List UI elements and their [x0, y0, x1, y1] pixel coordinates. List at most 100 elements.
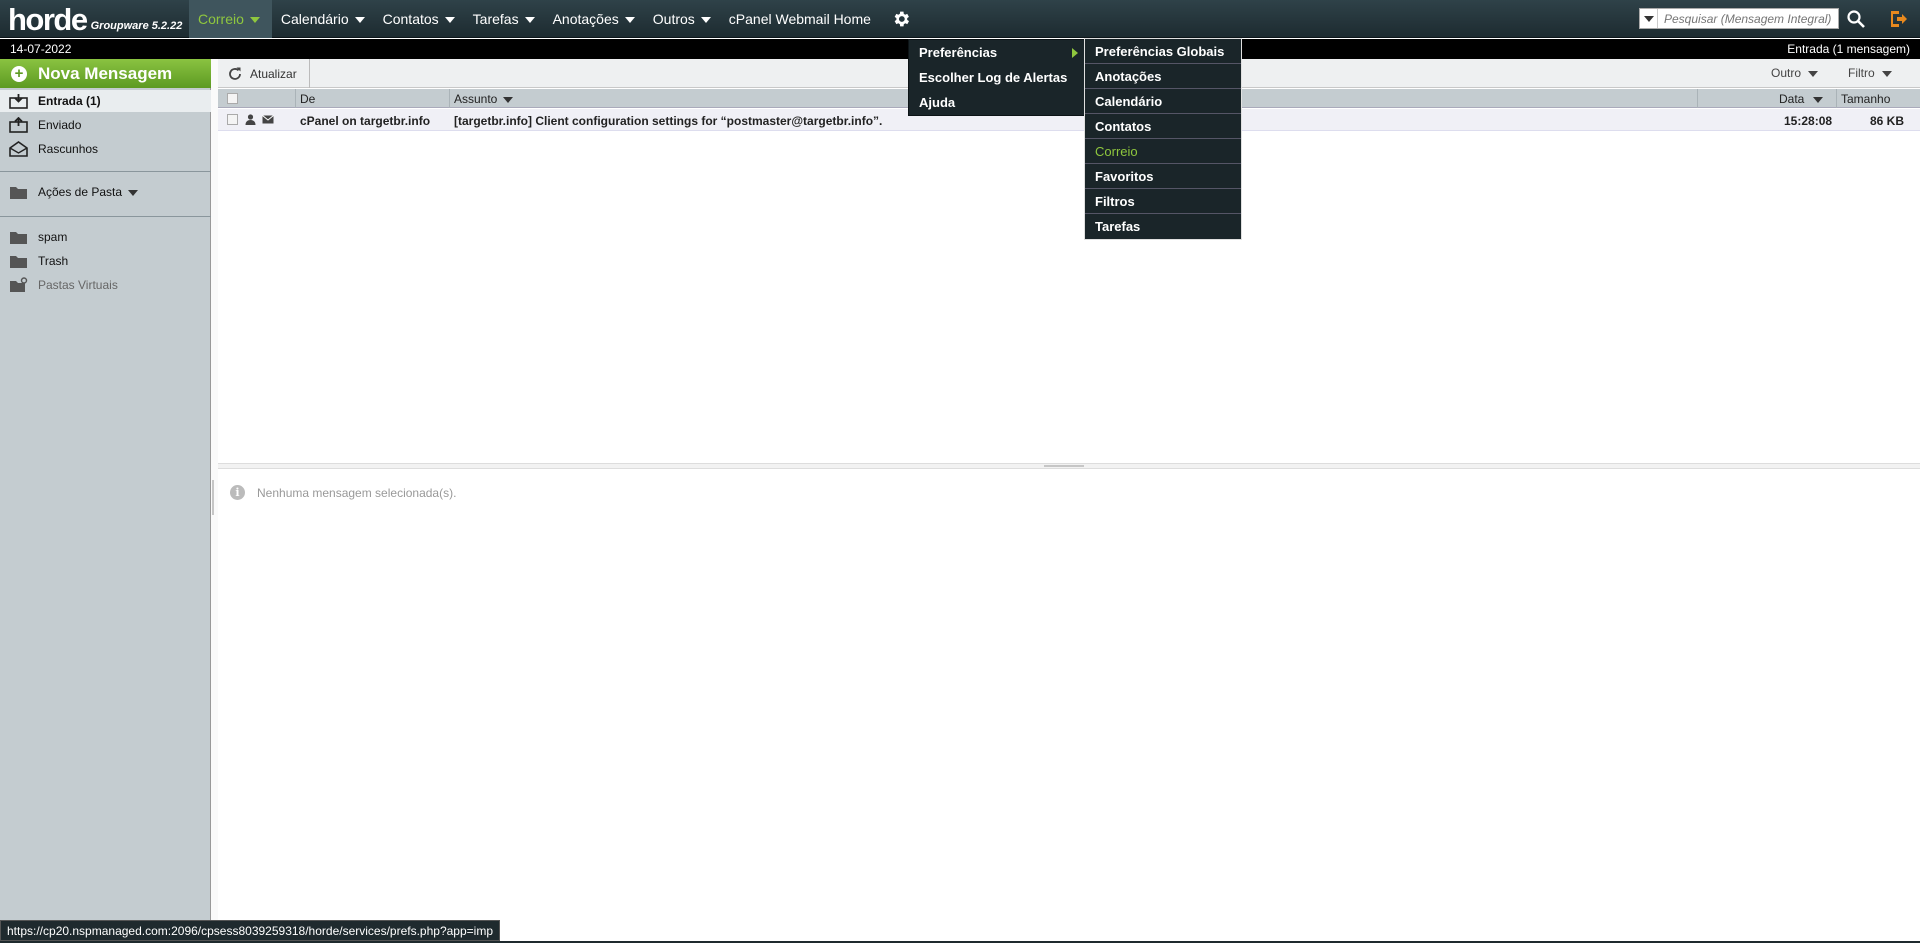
- sidebar-item-sent[interactable]: Enviado: [0, 114, 211, 136]
- sidebar-item-label: Entrada (1): [38, 94, 101, 108]
- folder-actions-menu[interactable]: Ações de Pasta: [0, 181, 211, 203]
- chevron-down-icon: [1881, 71, 1892, 77]
- filter-label: Filtro: [1848, 66, 1875, 80]
- sidebar-item-trash[interactable]: Trash: [0, 250, 211, 272]
- sidebar-item-label: Pastas Virtuais: [38, 278, 118, 292]
- logo-brand: horde: [8, 2, 88, 37]
- folder-actions-label: Ações de Pasta: [38, 185, 123, 199]
- sent-icon: [9, 117, 28, 133]
- chevron-down-icon: [1808, 71, 1819, 77]
- nav-correio[interactable]: Correio: [189, 0, 272, 38]
- empty-preview-text: Nenhuma mensagem selecionada(s).: [257, 485, 457, 500]
- refresh-icon: [229, 67, 241, 80]
- nav-tarefas[interactable]: Tarefas: [464, 0, 544, 38]
- column-divider: [295, 89, 296, 108]
- column-divider: [1697, 89, 1698, 108]
- chevron-down-icon: [624, 17, 635, 23]
- chevron-down-icon: [128, 190, 139, 196]
- column-date-label: Data: [1779, 92, 1805, 106]
- info-icon: i: [230, 485, 245, 500]
- select-all-checkbox[interactable]: [227, 93, 238, 104]
- sidebar-divider: [0, 216, 211, 217]
- horde-logo[interactable]: horde Groupware 5.2.22: [8, 3, 182, 35]
- submenu-item-contacts[interactable]: Contatos: [1085, 114, 1241, 139]
- column-subject-label: Assunto: [454, 92, 498, 106]
- row-from: cPanel on targetbr.info: [300, 114, 431, 128]
- sidebar-item-label: Rascunhos: [38, 142, 99, 156]
- submenu-item-calendar[interactable]: Calendário: [1085, 89, 1241, 114]
- menu-item-help[interactable]: Ajuda: [909, 90, 1084, 115]
- sidebar-item-spam[interactable]: spam: [0, 226, 211, 248]
- submenu-item-tasks[interactable]: Tarefas: [1085, 214, 1241, 239]
- row-size: 86 KB: [1869, 114, 1904, 128]
- search-options-dropdown[interactable]: [1640, 9, 1658, 28]
- preview-resize-handle[interactable]: [218, 463, 1920, 469]
- menu-item-label: Calendário: [1095, 93, 1163, 109]
- row-checkbox[interactable]: [227, 114, 238, 125]
- gear-icon: [894, 11, 909, 27]
- column-size[interactable]: Tamanho: [1841, 92, 1890, 106]
- sidebar-item-inbox[interactable]: Entrada (1): [0, 90, 211, 112]
- person-icon: [245, 114, 256, 125]
- nav-anotacoes-label: Anotações: [552, 11, 619, 27]
- nav-correio-label: Correio: [198, 11, 244, 27]
- submenu-item-mail[interactable]: Correio: [1085, 139, 1241, 164]
- menu-item-label: Favoritos: [1095, 168, 1154, 184]
- column-divider: [449, 89, 450, 108]
- filter-menu-button[interactable]: Filtro: [1848, 66, 1892, 80]
- menu-item-label: Anotações: [1095, 68, 1162, 84]
- nav-anotacoes[interactable]: Anotações: [544, 0, 644, 38]
- sidebar-item-label: Trash: [38, 254, 69, 268]
- column-from[interactable]: De: [300, 92, 315, 106]
- nav-outros[interactable]: Outros: [644, 0, 720, 38]
- logout-icon[interactable]: [1888, 9, 1908, 29]
- sidebar-item-drafts[interactable]: Rascunhos: [0, 138, 211, 160]
- sidebar-resize-handle[interactable]: [211, 59, 218, 943]
- folder-icon: [10, 187, 27, 199]
- search-box: [1639, 8, 1839, 29]
- submenu-item-global-prefs[interactable]: Preferências Globais: [1085, 39, 1241, 64]
- column-divider: [1836, 89, 1837, 108]
- row-subject: [targetbr.info] Client configuration set…: [454, 114, 883, 128]
- nav-cpanel-home[interactable]: cPanel Webmail Home: [720, 0, 880, 38]
- search-input[interactable]: [1658, 9, 1838, 28]
- resize-grip: [212, 480, 214, 515]
- chevron-down-icon: [1643, 15, 1654, 22]
- virtual-folder-icon: [10, 277, 28, 292]
- column-date[interactable]: Data: [1779, 92, 1824, 106]
- sidebar-item-label: Enviado: [38, 118, 82, 132]
- settings-gear-button[interactable]: [880, 0, 922, 38]
- nav-calendario-label: Calendário: [280, 11, 349, 27]
- new-message-label: Nova Mensagem: [38, 63, 173, 83]
- nav-outros-label: Outros: [652, 11, 695, 27]
- submenu-item-favorites[interactable]: Favoritos: [1085, 164, 1241, 189]
- nav-contatos[interactable]: Contatos: [374, 0, 464, 38]
- menu-item-alert-log[interactable]: Escolher Log de Alertas: [909, 65, 1084, 90]
- submenu-item-notes[interactable]: Anotações: [1085, 64, 1241, 89]
- chevron-down-icon: [503, 97, 514, 103]
- menu-item-label: Escolher Log de Alertas: [919, 70, 1068, 85]
- refresh-button[interactable]: Atualizar: [218, 59, 310, 88]
- menu-item-label: Tarefas: [1095, 219, 1141, 234]
- row-date: 15:28:08: [1784, 114, 1833, 128]
- inbox-icon: [9, 94, 28, 109]
- sidebar: + Nova Mensagem Entrada (1) Enviado Rasc…: [0, 59, 211, 943]
- search-icon[interactable]: [1846, 9, 1866, 29]
- new-message-button[interactable]: + Nova Mensagem: [0, 59, 211, 88]
- menu-item-preferences[interactable]: Preferências: [909, 40, 1084, 65]
- resize-grip: [1044, 465, 1084, 467]
- menu-item-label: Contatos: [1095, 118, 1152, 134]
- sidebar-item-virtual-folders[interactable]: Pastas Virtuais: [0, 274, 211, 296]
- other-menu-button[interactable]: Outro: [1771, 66, 1819, 80]
- chevron-down-icon: [700, 17, 711, 23]
- menu-item-label: Filtros: [1095, 193, 1135, 209]
- current-date: 14-07-2022: [10, 42, 72, 56]
- submenu-item-filters[interactable]: Filtros: [1085, 189, 1241, 214]
- logo-version: Groupware 5.2.22: [90, 20, 183, 32]
- column-subject[interactable]: Assunto: [454, 92, 514, 106]
- menu-item-label: Preferências: [919, 45, 998, 60]
- top-navigation-bar: horde Groupware 5.2.22 Correio Calendári…: [0, 0, 1920, 38]
- nav-tarefas-label: Tarefas: [472, 11, 519, 27]
- menu-item-label: Preferências Globais: [1095, 43, 1225, 59]
- nav-calendario[interactable]: Calendário: [272, 0, 374, 38]
